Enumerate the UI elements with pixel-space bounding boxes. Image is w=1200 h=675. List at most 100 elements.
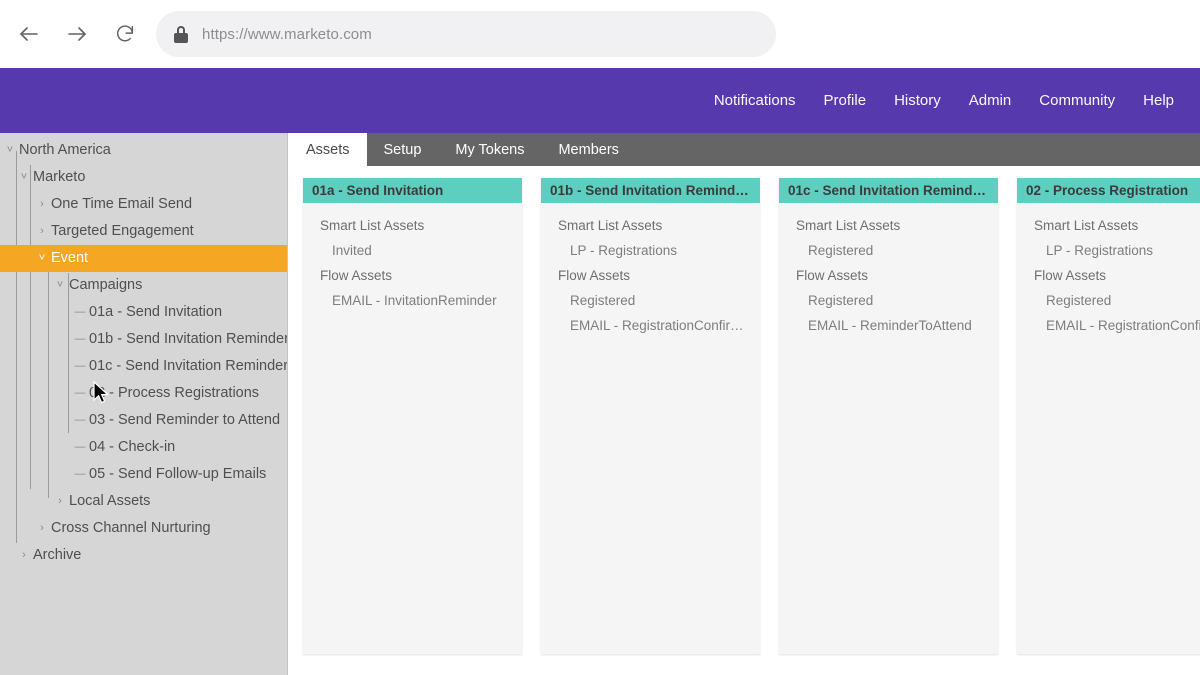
tree-item-label: Targeted Engagement [51,224,194,239]
tree-item-04-check-in[interactable]: —04 - Check-in [0,434,287,461]
chevron-down-icon[interactable]: ˅ [36,253,48,264]
tree-leaf-dash-icon: — [74,469,86,480]
tree-item-label: Event [51,251,88,266]
nav-item-history[interactable]: History [894,92,941,109]
tree-item-archive[interactable]: ›Archive [0,542,287,569]
tab-my-tokens[interactable]: My Tokens [438,133,541,166]
tree-item-cross-channel-nurturing[interactable]: ›Cross Channel Nurturing [0,515,287,542]
tree-item-label: Campaigns [69,278,142,293]
asset-item[interactable]: LP - Registrations [541,238,760,263]
tree-item-label: 04 - Check-in [89,440,175,455]
asset-card-body: Smart List AssetsRegisteredFlow AssetsRe… [779,203,998,338]
asset-card[interactable]: 02 - Process RegistrationSmart List Asse… [1017,178,1200,654]
tree-item-one-time-email-send[interactable]: ›One Time Email Send [0,191,287,218]
chevron-right-icon[interactable]: › [36,199,48,210]
reload-button[interactable] [108,17,142,51]
asset-item[interactable]: Registered [541,288,760,313]
asset-card[interactable]: 01c - Send Invitation Remind…Smart List … [779,178,998,654]
chevron-down-icon[interactable]: ˅ [18,172,30,183]
browser-nav-buttons [0,17,142,51]
address-bar[interactable]: https://www.marketo.com [156,11,776,57]
asset-card-title: 01c - Send Invitation Remind… [779,178,998,203]
asset-group-label: Smart List Assets [303,213,522,238]
asset-group-label: Smart List Assets [1017,213,1200,238]
tree-item-label: 02 - Process Registrations [89,386,259,401]
tree-item-label: North America [19,143,111,158]
tree-item-05-send-follow-up-emails[interactable]: —05 - Send Follow-up Emails [0,461,287,488]
tree-item-local-assets[interactable]: ›Local Assets [0,488,287,515]
tree-leaf-dash-icon: — [74,415,86,426]
tab-assets[interactable]: Assets [289,133,367,166]
tree-item-label: 05 - Send Follow-up Emails [89,467,266,482]
tree-item-event[interactable]: ˅Event [0,245,287,272]
chevron-down-icon[interactable]: ˅ [4,145,16,156]
chevron-right-icon[interactable]: › [36,523,48,534]
main-panel: AssetsSetup My Tokens Members 01a - Send I… [289,133,1200,675]
tree-item-label: Marketo [33,170,85,185]
chevron-right-icon[interactable]: › [18,550,30,561]
asset-item[interactable]: EMAIL - RegistrationConfir… [541,313,760,338]
asset-card-title: 02 - Process Registration [1017,178,1200,203]
tree-item-label: 03 - Send Reminder to Attend [89,413,280,428]
tree-item-label: Local Assets [69,494,150,509]
sidebar: ˅North America˅Marketo›One Time Email Se… [0,133,288,675]
asset-group-label: Smart List Assets [779,213,998,238]
asset-item[interactable]: LP - Registrations [1017,238,1200,263]
app-header: Notifications Profile History Admin Comm… [0,68,1200,133]
chevron-down-icon[interactable]: ˅ [54,280,66,291]
tree-leaf-dash-icon: — [74,307,86,318]
tree-item-01c-send-invitation-reminder[interactable]: —01c - Send Invitation Reminder [0,353,287,380]
asset-item[interactable]: Registered [779,288,998,313]
asset-card-body: Smart List AssetsInvitedFlow AssetsEMAIL… [303,203,522,313]
asset-card-list: 01a - Send InvitationSmart List AssetsIn… [289,166,1200,675]
tree-item-02-process-registrations[interactable]: —02 - Process Registrations [0,380,287,407]
asset-group-label: Flow Assets [1017,263,1200,288]
nav-item-community[interactable]: Community [1039,92,1115,109]
asset-card-title: 01b - Send Invitation Remind… [541,178,760,203]
tab-label: My Tokens [455,142,524,158]
tree-item-label: Cross Channel Nurturing [51,521,211,536]
nav-item-profile[interactable]: Profile [824,92,867,109]
app-header-nav: Notifications Profile History Admin Comm… [714,92,1200,109]
chevron-right-icon[interactable]: › [54,496,66,507]
asset-card[interactable]: 01b - Send Invitation Remind… Smart List … [541,178,760,654]
browser-toolbar: https://www.marketo.com [0,0,1200,68]
asset-card-title: 01a - Send Invitation [303,178,522,203]
tab-label: Members [558,142,618,158]
tree-item-03-send-reminder-to-attend[interactable]: —03 - Send Reminder to Attend [0,407,287,434]
tree-item-north-america[interactable]: ˅North America [0,137,287,164]
folder-tree: ˅North America˅Marketo›One Time Email Se… [0,133,287,569]
nav-item-notifications[interactable]: Notifications [714,92,796,109]
tab-members[interactable]: Members [541,133,635,166]
asset-group-label: Smart List Assets [541,213,760,238]
tree-item-campaigns[interactable]: ˅Campaigns [0,272,287,299]
nav-item-help[interactable]: Help [1143,92,1174,109]
asset-card[interactable]: 01a - Send InvitationSmart List AssetsIn… [303,178,522,654]
arrow-right-icon [65,22,89,46]
asset-group-label: Flow Assets [303,263,522,288]
lock-icon [174,26,188,43]
back-button[interactable] [12,17,46,51]
tree-leaf-dash-icon: — [74,388,86,399]
application-window: https://www.marketo.com Notifications Pr… [0,0,1200,675]
asset-item[interactable]: Registered [779,238,998,263]
tree-item-marketo[interactable]: ˅Marketo [0,164,287,191]
asset-item[interactable]: Invited [303,238,522,263]
tree-item-01a-send-invitation[interactable]: —01a - Send Invitation [0,299,287,326]
asset-group-label: Flow Assets [779,263,998,288]
tree-item-01b-send-invitation-reminder[interactable]: —01b - Send Invitation Reminder [0,326,287,353]
forward-button[interactable] [60,17,94,51]
nav-item-admin[interactable]: Admin [969,92,1012,109]
asset-item[interactable]: EMAIL - RegistrationConfir… [1017,313,1200,338]
tree-item-targeted-engagement[interactable]: ›Targeted Engagement [0,218,287,245]
asset-item[interactable]: Registered [1017,288,1200,313]
tree-item-label: 01b - Send Invitation Reminder [89,332,288,347]
tab-setup[interactable]: Setup [367,133,439,166]
tab-bar: AssetsSetup My Tokens Members [289,133,1200,166]
asset-card-body: Smart List AssetsLP - RegistrationsFlow … [1017,203,1200,338]
asset-item[interactable]: EMAIL - ReminderToAttend [779,313,998,338]
url-text: https://www.marketo.com [202,26,372,43]
chevron-right-icon[interactable]: › [36,226,48,237]
asset-item[interactable]: EMAIL - InvitationReminder [303,288,522,313]
tree-leaf-dash-icon: — [74,442,86,453]
